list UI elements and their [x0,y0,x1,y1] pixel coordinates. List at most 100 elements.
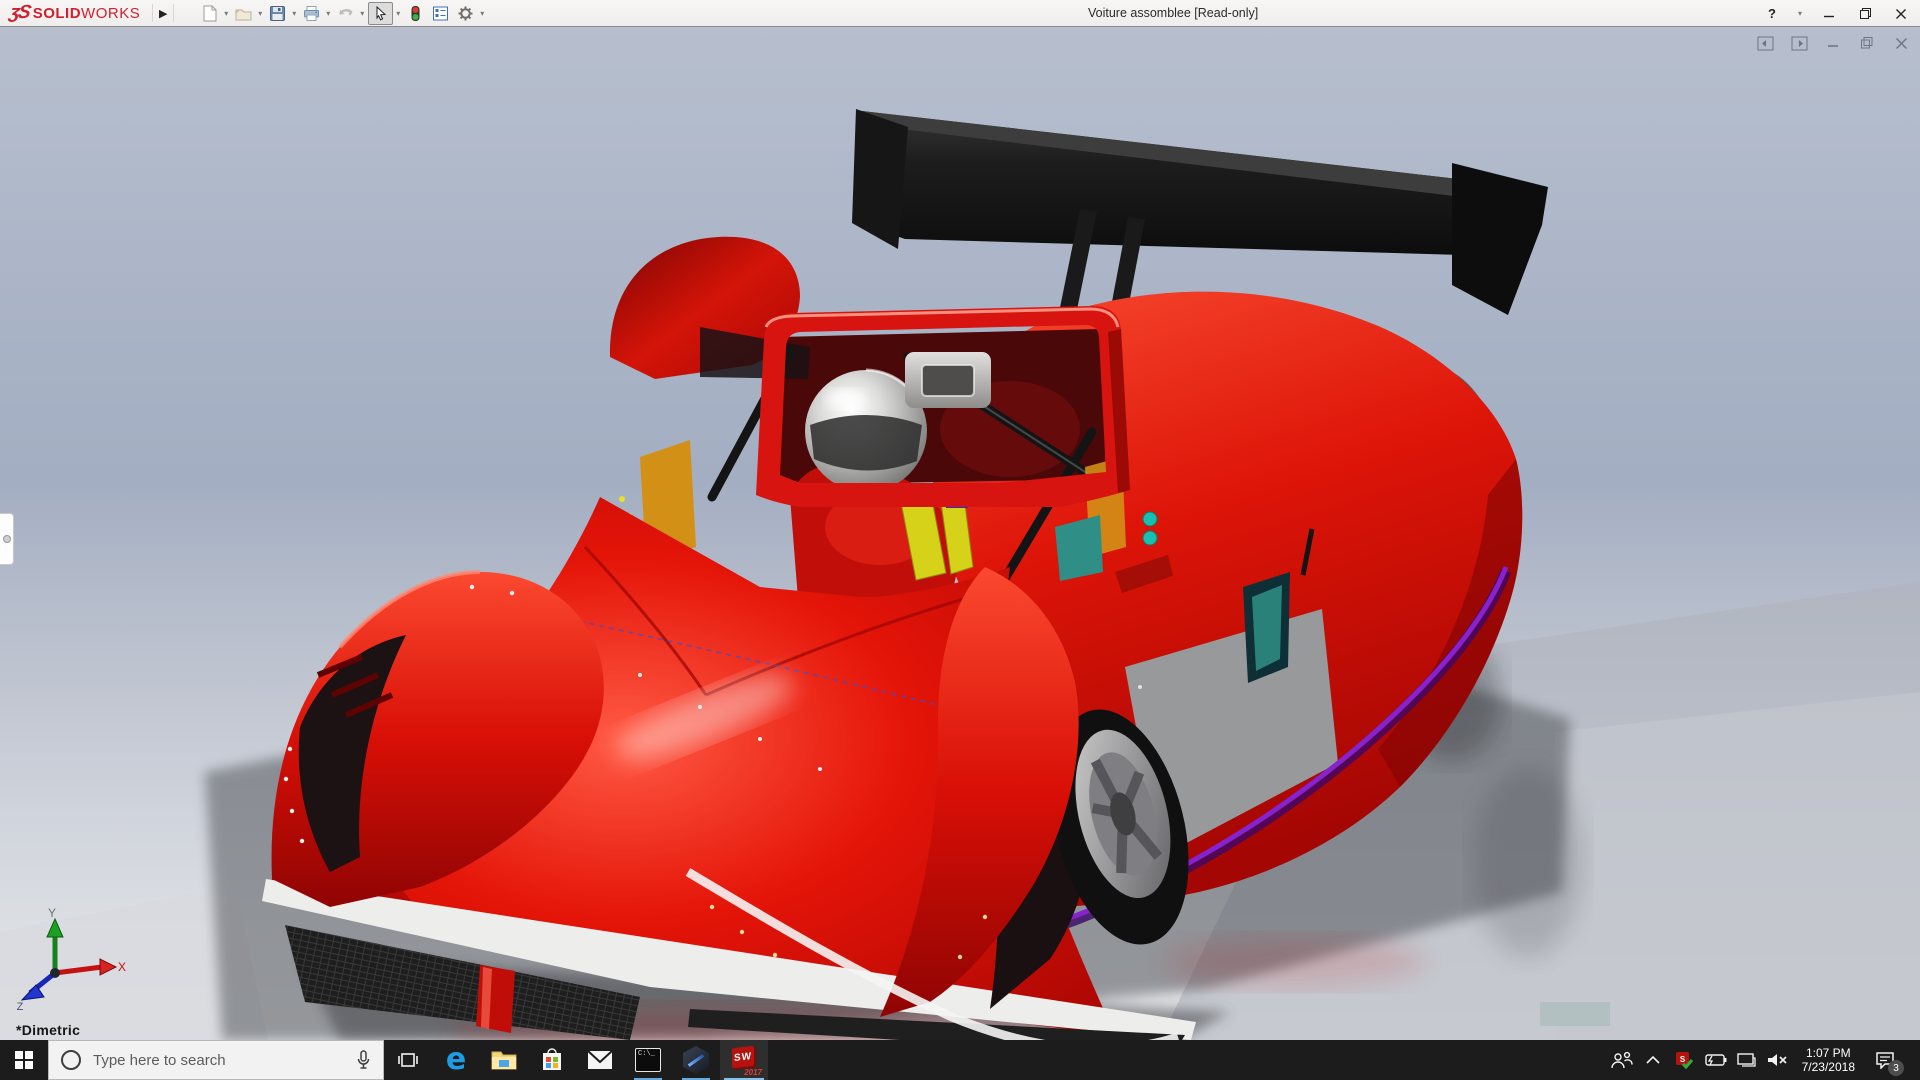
save-caret[interactable]: ▾ [292,9,296,18]
svg-text:Z: Z [17,1001,24,1010]
stoplight-button[interactable] [404,2,427,25]
cortana-icon [61,1050,81,1070]
hidden-icons-chevron[interactable] [1641,1046,1665,1074]
orientation-triad: Y X Z [17,906,126,1010]
taskbar-search-input[interactable]: Type here to search [48,1040,384,1080]
restore-button[interactable] [1854,3,1876,25]
task-pane-icon [433,6,449,20]
taskbar-app-command-prompt[interactable]: C:\_ [624,1040,672,1080]
doc-close-icon [1895,37,1907,49]
minimize-icon [1824,15,1834,17]
help-button[interactable]: ? [1761,3,1783,25]
brand-bold: SOLID [32,4,82,22]
taskbar-app-store[interactable] [528,1040,576,1080]
people-icon[interactable] [1610,1046,1634,1074]
feature-manager-collapsed-tab[interactable] [0,513,14,565]
clock-time: 1:07 PM [1805,1046,1851,1060]
system-tray: S 1:07 PM 7/23/2018 3 [1610,1040,1920,1080]
doc-close-button[interactable] [1892,35,1910,51]
sw-cube-year: 2017 [744,1068,762,1077]
window-title: Voiture assomblee [Read-only] [1088,6,1259,20]
clock-date: 7/23/2018 [1801,1060,1855,1074]
panel-handle-dot [2,535,11,543]
microphone-icon[interactable] [356,1050,371,1070]
task-view-icon [398,1053,418,1067]
volume-muted-icon[interactable] [1765,1046,1789,1074]
select-cursor-icon [376,5,387,20]
solidworks-wordmark: SOLIDWORKS [33,5,141,22]
print-caret[interactable]: ▾ [326,9,330,18]
brand-light: WORKS [81,4,141,22]
save-floppy-icon [270,5,286,21]
svg-text:X: X [118,960,126,974]
windows-taskbar: Type here to search e C:\_ SW 2017 S 1:0… [0,1040,1920,1080]
help-caret[interactable]: ▾ [1798,9,1802,18]
close-button[interactable] [1890,3,1912,25]
svg-text:Y: Y [48,906,56,920]
collapse-right-pane-button[interactable] [1790,35,1808,51]
select-button[interactable] [368,1,394,25]
stoplight-icon [411,5,420,21]
quick-access-toolbar: ▾ ▾ ▾ ▾ ▾ ▾ ▾ [198,1,486,25]
pane-right-icon [1791,36,1807,50]
print-icon [304,5,320,21]
search-placeholder: Type here to search [93,1051,226,1069]
pane-left-icon [1757,36,1773,50]
taskbar-app-file-explorer[interactable] [480,1040,528,1080]
new-document-button[interactable] [198,2,221,25]
open-caret[interactable]: ▾ [258,9,262,18]
taskbar-app-mail[interactable] [576,1040,624,1080]
print-button[interactable] [300,2,323,25]
open-document-button[interactable] [232,2,255,25]
undo-caret[interactable]: ▾ [360,9,364,18]
teal-button [1142,530,1158,546]
doc-minimize-icon [1827,44,1838,47]
task-pane-button[interactable] [429,2,452,25]
action-center-button[interactable]: 3 [1868,1045,1904,1076]
close-icon [1896,8,1906,19]
task-view-button[interactable] [384,1040,432,1080]
svg-text:S: S [1679,1055,1685,1064]
undo-button[interactable] [334,2,357,25]
solidworks-monitor-icon[interactable]: S [1672,1046,1696,1074]
taskbar-app-edge[interactable]: e [432,1040,480,1080]
window-controls: ? ▾ [1761,0,1912,27]
windows-logo-icon [15,1051,33,1069]
collapse-left-pane-button[interactable] [1756,35,1774,51]
mail-icon [587,1050,613,1069]
restore-icon [1859,8,1871,19]
doc-restore-icon [1861,37,1873,49]
store-icon [543,1048,561,1070]
new-caret[interactable]: ▾ [224,9,228,18]
taskbar-app-hexagon[interactable] [672,1040,720,1080]
solidworks-swoosh-icon: ʒS [7,2,32,23]
model-scene[interactable] [0,27,1920,1040]
triad-z-axis: Z [17,971,57,1010]
hexagon-app-icon [683,1046,709,1074]
teal-button [1142,511,1158,527]
start-button[interactable] [0,1040,48,1080]
save-button[interactable] [266,2,289,25]
graphics-viewport[interactable]: Y X Z *Dimetric [0,27,1920,1040]
new-document-icon [203,5,217,21]
gear-icon [458,6,473,20]
options-button[interactable] [454,2,477,25]
helmet-visor [810,415,922,471]
file-explorer-icon [491,1051,517,1070]
title-bar: ʒS SOLIDWORKS ▶ ▾ ▾ ▾ ▾ ▾ ▾ ▾ Voiture as… [0,0,1920,27]
select-caret[interactable]: ▾ [396,9,400,18]
options-caret[interactable]: ▾ [480,9,484,18]
taskbar-clock[interactable]: 1:07 PM 7/23/2018 [1796,1046,1861,1074]
doc-minimize-button[interactable] [1824,35,1842,51]
network-icon[interactable] [1734,1046,1758,1074]
command-prompt-icon: C:\_ [635,1048,661,1072]
triad-y-axis: Y [46,906,64,973]
minimize-button[interactable] [1818,3,1840,25]
menu-flyout-arrow[interactable]: ▶ [152,4,175,22]
doc-restore-button[interactable] [1858,35,1876,51]
taskbar-app-solidworks[interactable]: SW 2017 [720,1040,768,1080]
triad-x-axis: X [54,958,126,976]
view-orientation-label: *Dimetric [16,1022,81,1038]
cmd-text: C:\_ [638,1050,655,1058]
power-battery-icon[interactable] [1703,1046,1727,1074]
